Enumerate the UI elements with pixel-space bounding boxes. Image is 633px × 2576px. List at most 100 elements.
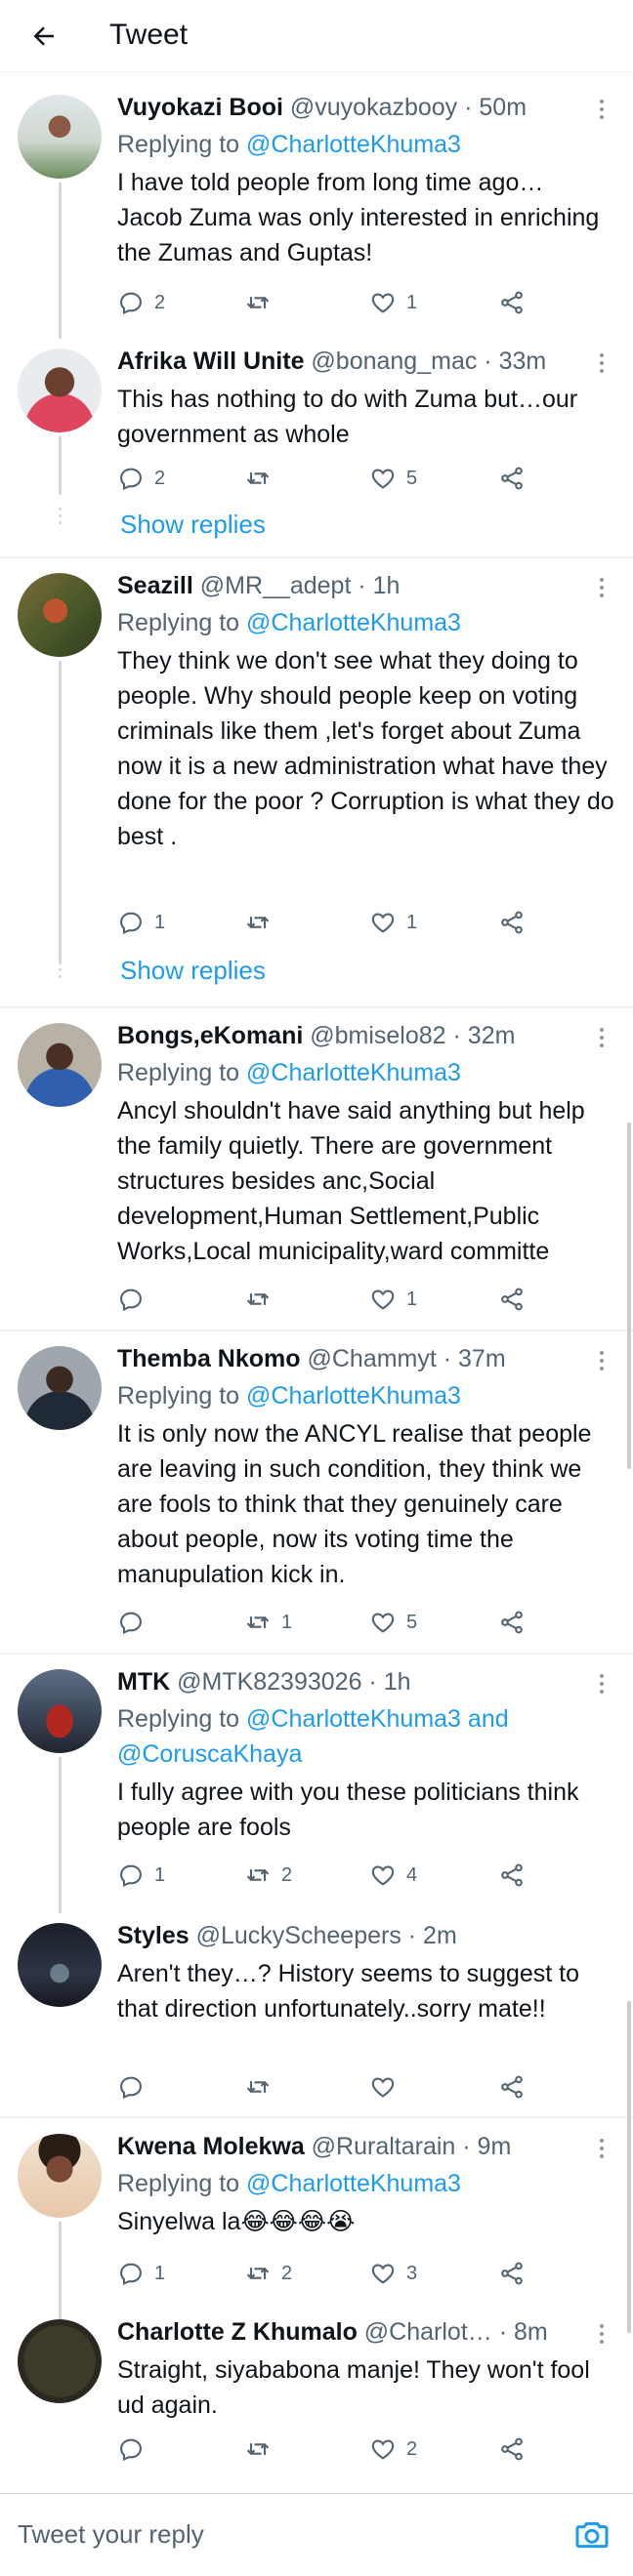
- like-button[interactable]: 2: [369, 2433, 417, 2466]
- reply-count: 2: [154, 467, 166, 489]
- reply-to-handle[interactable]: @CharlotteKhuma3 and: [246, 1705, 509, 1733]
- reply-to-handle[interactable]: @CharlotteKhuma3: [246, 1059, 461, 1086]
- avatar[interactable]: [18, 1023, 102, 1107]
- tweet-header: Kwena Molekwa @Ruraltarain · 9m: [117, 2130, 594, 2163]
- retweet-button[interactable]: 2: [244, 1859, 292, 1892]
- share-button[interactable]: [498, 1606, 526, 1639]
- like-button[interactable]: 1: [369, 286, 417, 319]
- retweet-button[interactable]: [244, 2433, 281, 2466]
- handle-time: @bmiselo82 · 32m: [303, 1022, 516, 1049]
- reply-button[interactable]: [117, 2070, 154, 2104]
- more-icon[interactable]: [592, 1025, 612, 1054]
- display-name[interactable]: Vuyokazi Booi: [117, 94, 283, 121]
- avatar[interactable]: [18, 573, 102, 657]
- replying-to: Replying to @CharlotteKhuma3 and: [117, 1702, 509, 1736]
- retweet-button[interactable]: [244, 1283, 281, 1316]
- avatar[interactable]: [18, 1923, 102, 2007]
- replying-to: Replying to @CharlotteKhuma3: [117, 2167, 461, 2200]
- reply-tweet[interactable]: Afrika Will Unite @bonang_mac · 33m This…: [0, 337, 633, 556]
- reply-tweet[interactable]: Seazill @MR__adept · 1h Replying to @Cha…: [0, 561, 633, 1001]
- more-icon[interactable]: [592, 97, 612, 126]
- display-name[interactable]: Charlotte Z Khumalo: [117, 2318, 358, 2346]
- like-button[interactable]: 4: [369, 1859, 417, 1892]
- retweet-button[interactable]: [244, 906, 281, 939]
- display-name[interactable]: MTK: [117, 1668, 170, 1696]
- scrollbar[interactable]: [627, 1123, 631, 1469]
- reply-tweet[interactable]: Vuyokazi Booi @vuyokazbooy · 50m Replyin…: [0, 83, 633, 339]
- scrollbar-lower[interactable]: [627, 2001, 631, 2333]
- reply-tweet[interactable]: Kwena Molekwa @Ruraltarain · 9m Replying…: [0, 2122, 633, 2319]
- reply-to-handle[interactable]: @CharlotteKhuma3: [246, 2170, 461, 2197]
- like-button[interactable]: 3: [369, 2257, 417, 2290]
- more-icon[interactable]: [592, 350, 612, 380]
- handle-time: @Ruraltarain · 9m: [304, 2133, 512, 2160]
- reply-button[interactable]: 2: [117, 286, 165, 319]
- retweet-button[interactable]: [244, 462, 281, 495]
- reply-button[interactable]: [117, 1283, 154, 1316]
- like-button[interactable]: 5: [369, 1606, 417, 1639]
- replying-to: Replying to @CharlotteKhuma3: [117, 128, 461, 161]
- like-button[interactable]: [369, 2070, 406, 2104]
- retweet-button[interactable]: [244, 2070, 281, 2104]
- display-name[interactable]: Themba Nkomo: [117, 1345, 301, 1372]
- avatar[interactable]: [18, 95, 102, 179]
- replying-to-label: Replying to: [117, 1705, 247, 1733]
- more-icon[interactable]: [592, 2136, 612, 2165]
- display-name[interactable]: Bongs,eKomani: [117, 1022, 303, 1049]
- share-button[interactable]: [498, 1283, 526, 1316]
- reply-button[interactable]: 1: [117, 2257, 165, 2290]
- reply-button[interactable]: 1: [117, 906, 165, 939]
- top-bar: Tweet: [0, 0, 633, 72]
- reply-tweet[interactable]: MTK @MTK82393026 · 1h Replying to @Charl…: [0, 1657, 633, 1913]
- more-icon[interactable]: [592, 575, 612, 604]
- display-name[interactable]: Kwena Molekwa: [117, 2133, 305, 2160]
- share-button[interactable]: [498, 286, 526, 319]
- reply-button[interactable]: [117, 1606, 154, 1639]
- more-icon[interactable]: [592, 1671, 612, 1700]
- reply-to-handle[interactable]: @CharlotteKhuma3: [246, 1382, 461, 1410]
- show-replies-link[interactable]: Show replies: [120, 508, 266, 541]
- display-name[interactable]: Seazill: [117, 572, 193, 599]
- avatar[interactable]: [18, 1346, 102, 1430]
- reply-to-handle[interactable]: @CharlotteKhuma3: [246, 609, 461, 636]
- avatar[interactable]: [18, 1669, 102, 1753]
- share-button[interactable]: [498, 2257, 526, 2290]
- display-name[interactable]: Afrika Will Unite: [117, 348, 304, 375]
- share-button[interactable]: [498, 2070, 526, 2104]
- reply-input[interactable]: Tweet your reply: [18, 2519, 204, 2550]
- reply-button[interactable]: 1: [117, 1859, 165, 1892]
- retweet-button[interactable]: [244, 286, 281, 319]
- like-button[interactable]: 1: [369, 1283, 417, 1316]
- avatar[interactable]: [18, 2134, 102, 2218]
- avatar[interactable]: [18, 348, 102, 432]
- reply-tweet[interactable]: Charlotte Z Khumalo @Charlot… · 8m Strai…: [0, 2308, 633, 2478]
- arrow-left-icon[interactable]: [24, 17, 63, 56]
- more-icon[interactable]: [592, 1348, 612, 1377]
- like-button[interactable]: 5: [369, 462, 417, 495]
- share-button[interactable]: [498, 462, 526, 495]
- retweet-button[interactable]: 2: [244, 2257, 292, 2290]
- more-icon[interactable]: [592, 2321, 612, 2351]
- share-button[interactable]: [498, 1859, 526, 1892]
- share-icon: [501, 1863, 523, 1887]
- reply-tweet[interactable]: Themba Nkomo @Chammyt · 37m Replying to …: [0, 1334, 633, 1647]
- reply-tweet[interactable]: Bongs,eKomani @bmiselo82 · 32m Replying …: [0, 1011, 633, 1324]
- show-replies-link[interactable]: Show replies: [120, 954, 266, 987]
- like-button[interactable]: 1: [369, 906, 417, 939]
- reply-icon: [120, 468, 142, 491]
- handle-time: @vuyokazbooy · 50m: [282, 94, 528, 121]
- reply-button[interactable]: [117, 2433, 154, 2466]
- reply-to-handle[interactable]: @CharlotteKhuma3: [246, 131, 461, 158]
- share-button[interactable]: [498, 2433, 526, 2466]
- share-button[interactable]: [498, 906, 526, 939]
- retweet-button[interactable]: 1: [244, 1606, 292, 1639]
- reply-tweet[interactable]: Styles @LuckyScheepers · 2m Aren't they……: [0, 1911, 633, 2116]
- tweet-actions: 1 2 3: [117, 2257, 537, 2290]
- reply-icon: [120, 1612, 142, 1635]
- reply-to-handle-2[interactable]: @CoruscaKhaya: [117, 1740, 302, 1768]
- reply-button[interactable]: 2: [117, 462, 165, 495]
- camera-icon[interactable]: [572, 2515, 612, 2555]
- tweet-actions: 1 5: [117, 1606, 537, 1639]
- avatar[interactable]: [18, 2319, 102, 2403]
- display-name[interactable]: Styles: [117, 1922, 190, 1949]
